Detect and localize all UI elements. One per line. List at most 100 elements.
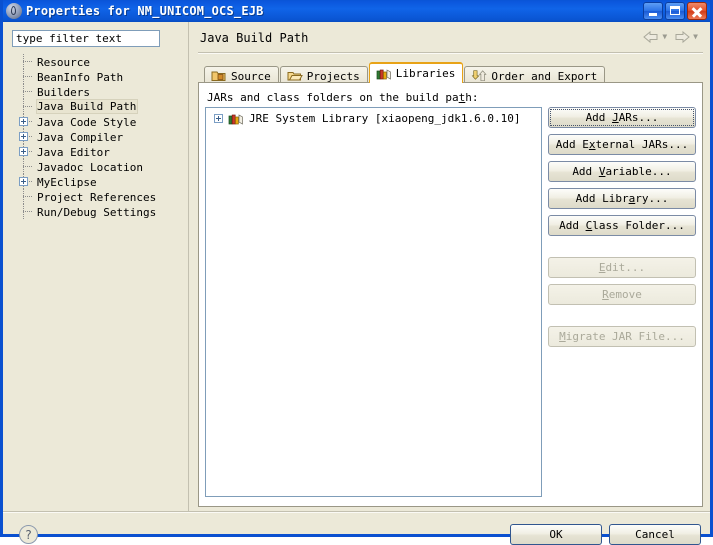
button-label-post: ariable... <box>605 165 672 178</box>
eclipse-properties-icon <box>6 3 22 19</box>
dialog-body: ResourceBeanInfo PathBuildersJava Build … <box>3 22 710 545</box>
order-arrows-icon <box>471 69 487 83</box>
button-label: Add Variable... <box>572 165 671 178</box>
button-label: Add External JARs... <box>556 138 688 151</box>
sidebar-item-builders[interactable]: Builders <box>3 84 188 99</box>
button-label-post: lass Folder... <box>592 219 685 232</box>
footer-separator <box>3 511 710 513</box>
sidebar-item-label: Project References <box>37 190 157 204</box>
sidebar-item-java-build-path[interactable]: Java Build Path <box>3 99 188 114</box>
expand-plus-icon[interactable] <box>19 117 28 126</box>
list-label: JARs and class folders on the build path… <box>207 91 479 104</box>
button-label: Edit... <box>599 261 645 274</box>
sidebar-item-label: BeanInfo Path <box>37 70 124 84</box>
ok-button[interactable]: OK <box>510 524 602 545</box>
sidebar-item-label: Run/Debug Settings <box>37 205 157 219</box>
window-title: Properties for NM_UNICOM_OCS_EJB <box>26 4 264 18</box>
navigation-arrows: ▼ ▼ <box>642 30 702 44</box>
properties-dialog: Properties for NM_UNICOM_OCS_EJB Resourc… <box>0 0 713 545</box>
list-label-pre: JARs and class folders on the build pa <box>207 91 459 104</box>
sidebar-item-beaninfo-path[interactable]: BeanInfo Path <box>3 69 188 84</box>
sidebar-item-project-references[interactable]: Project References <box>3 189 188 204</box>
forward-arrow-icon[interactable] <box>673 30 691 44</box>
button-label: Add JARs... <box>586 111 659 124</box>
button-label-post: emove <box>608 288 642 301</box>
sidebar-item-myeclipse[interactable]: MyEclipse <box>3 174 188 189</box>
list-label-post: h: <box>465 91 479 104</box>
minimize-button[interactable] <box>643 2 663 20</box>
edit-button: Edit... <box>548 257 696 278</box>
source-folder-icon <box>211 69 227 83</box>
button-label: Remove <box>602 288 642 301</box>
open-folder-icon <box>287 69 303 83</box>
close-button[interactable] <box>687 2 707 20</box>
tree-branch-line <box>23 91 32 92</box>
tab-label: Projects <box>306 69 360 83</box>
sidebar-item-run-debug-settings[interactable]: Run/Debug Settings <box>3 204 188 219</box>
sidebar-item-label: Javadoc Location <box>37 160 143 174</box>
tree-branch-line <box>23 61 32 62</box>
sidebar-item-label: Java Build Path <box>36 99 139 114</box>
expand-plus-icon[interactable] <box>19 132 28 141</box>
migrate-jar-file-button: Migrate JAR File... <box>548 326 696 347</box>
button-label: Add Library... <box>576 192 669 205</box>
button-label-mnemonic: x <box>588 138 596 151</box>
sidebar-item-label: Java Code Style <box>37 115 137 129</box>
button-label-pre: Add <box>585 111 613 124</box>
sidebar-item-java-code-style[interactable]: Java Code Style <box>3 114 188 129</box>
settings-tree: Resource BeanInfo Path Builders Java Build … <box>3 54 188 509</box>
sidebar-item-java-editor[interactable]: Java Editor <box>3 144 188 159</box>
dialog-buttons: OK Cancel <box>510 524 701 545</box>
button-label-post: dit... <box>605 261 646 274</box>
books-icon <box>228 112 244 126</box>
help-button[interactable]: ? <box>19 525 38 544</box>
sidebar-item-label: MyEclipse <box>37 175 97 189</box>
tab-label: Order and Export <box>491 69 598 83</box>
button-label: Add Class Folder... <box>559 219 685 232</box>
list-item[interactable]: JRE System Library [xiaopeng_jdk1.6.0.10… <box>206 110 541 127</box>
sidebar-item-resource[interactable]: Resource <box>3 54 188 69</box>
tab-label: Libraries <box>395 67 456 80</box>
tree-branch-line <box>23 166 32 167</box>
back-arrow-icon[interactable] <box>642 30 660 44</box>
settings-sidebar: ResourceBeanInfo PathBuildersJava Build … <box>3 22 189 511</box>
button-label-mnemonic: R <box>602 288 609 301</box>
expand-plus-icon[interactable] <box>19 177 28 186</box>
button-label-pre: Add <box>559 219 586 232</box>
sidebar-item-label: Java Editor <box>37 145 110 159</box>
add-jars-button[interactable]: Add JARs... <box>548 107 696 128</box>
add-class-folder-button[interactable]: Add Class Folder... <box>548 215 696 236</box>
tab-label: Source <box>231 69 271 83</box>
tree-branch-line <box>23 106 32 107</box>
tab-libraries[interactable]: Libraries <box>368 62 464 83</box>
button-label-post: igrate JAR File... <box>565 330 685 343</box>
button-label-post: ternal JARs... <box>595 138 689 151</box>
build-path-list[interactable]: JRE System Library [xiaopeng_jdk1.6.0.10… <box>205 107 542 497</box>
books-icon <box>376 67 392 81</box>
sidebar-item-label: Resource <box>37 55 90 69</box>
sidebar-item-java-compiler[interactable]: Java Compiler <box>3 129 188 144</box>
expand-plus-icon[interactable] <box>19 147 28 156</box>
button-label-mnemonic: M <box>559 330 566 343</box>
title-separator <box>198 52 703 54</box>
tree-branch-line <box>23 211 32 212</box>
remove-button: Remove <box>548 284 696 305</box>
tree-branch-line <box>23 196 32 197</box>
add-variable-button[interactable]: Add Variable... <box>548 161 696 182</box>
expand-plus-icon[interactable] <box>214 114 223 123</box>
window-title-bar[interactable]: Properties for NM_UNICOM_OCS_EJB <box>3 0 710 22</box>
add-library-button[interactable]: Add Library... <box>548 188 696 209</box>
filter-input[interactable] <box>12 30 160 47</box>
window-controls <box>643 2 707 20</box>
back-dropdown-chevron-down-icon[interactable]: ▼ <box>662 30 667 44</box>
maximize-button[interactable] <box>665 2 685 20</box>
add-external-jars-button[interactable]: Add External JARs... <box>548 134 696 155</box>
button-label-pre: Add E <box>555 138 589 151</box>
settings-content-pane: Java Build Path ▼ ▼ Source Projects Librar… <box>190 22 710 511</box>
list-item-label: JRE System Library [xiaopeng_jdk1.6.0.10… <box>249 112 521 125</box>
cancel-button[interactable]: Cancel <box>609 524 701 545</box>
button-label-post: ARs... <box>618 111 659 124</box>
forward-dropdown-chevron-down-icon[interactable]: ▼ <box>693 30 698 44</box>
sidebar-item-javadoc-location[interactable]: Javadoc Location <box>3 159 188 174</box>
sidebar-item-label: Builders <box>37 85 90 99</box>
